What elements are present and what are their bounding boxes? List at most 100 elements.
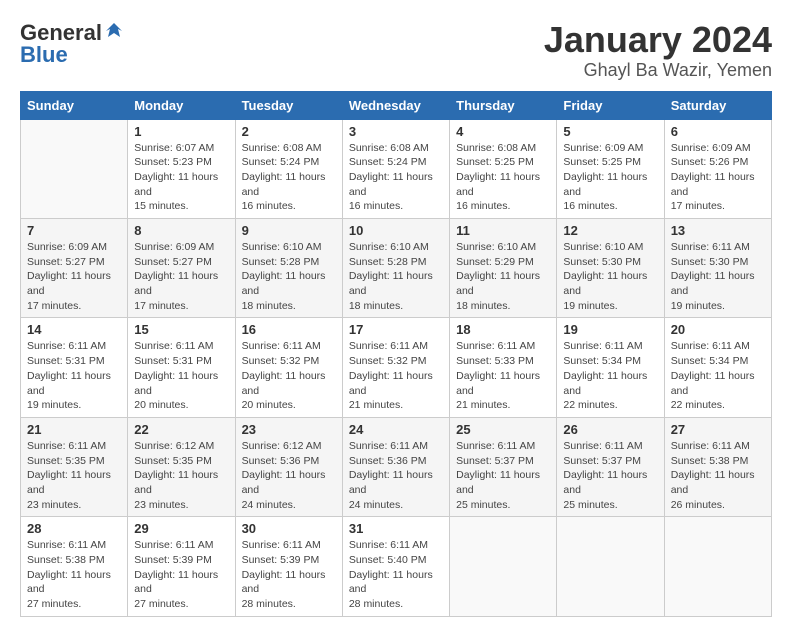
day-number: 20 (671, 322, 765, 337)
calendar-cell: 31Sunrise: 6:11 AMSunset: 5:40 PMDayligh… (342, 517, 449, 616)
daylight-text-cont: 19 minutes. (27, 398, 121, 413)
day-info: Sunrise: 6:11 AMSunset: 5:36 PMDaylight:… (349, 439, 443, 512)
calendar-cell: 8Sunrise: 6:09 AMSunset: 5:27 PMDaylight… (128, 219, 235, 318)
sunset-text: Sunset: 5:39 PM (134, 553, 228, 568)
daylight-text: Daylight: 11 hours and (563, 170, 657, 199)
sunrise-text: Sunrise: 6:10 AM (563, 240, 657, 255)
day-info: Sunrise: 6:11 AMSunset: 5:34 PMDaylight:… (671, 339, 765, 412)
calendar-cell: 29Sunrise: 6:11 AMSunset: 5:39 PMDayligh… (128, 517, 235, 616)
day-number: 15 (134, 322, 228, 337)
day-info: Sunrise: 6:11 AMSunset: 5:34 PMDaylight:… (563, 339, 657, 412)
daylight-text: Daylight: 11 hours and (134, 269, 228, 298)
daylight-text: Daylight: 11 hours and (563, 369, 657, 398)
day-number: 1 (134, 124, 228, 139)
daylight-text: Daylight: 11 hours and (242, 468, 336, 497)
day-number: 26 (563, 422, 657, 437)
daylight-text: Daylight: 11 hours and (349, 369, 443, 398)
sunset-text: Sunset: 5:30 PM (671, 255, 765, 270)
calendar-week-3: 14Sunrise: 6:11 AMSunset: 5:31 PMDayligh… (21, 318, 772, 417)
sunrise-text: Sunrise: 6:09 AM (563, 141, 657, 156)
day-info: Sunrise: 6:09 AMSunset: 5:25 PMDaylight:… (563, 141, 657, 214)
sunset-text: Sunset: 5:35 PM (27, 454, 121, 469)
daylight-text: Daylight: 11 hours and (563, 468, 657, 497)
sunrise-text: Sunrise: 6:10 AM (242, 240, 336, 255)
day-info: Sunrise: 6:11 AMSunset: 5:38 PMDaylight:… (27, 538, 121, 611)
sunrise-text: Sunrise: 6:09 AM (671, 141, 765, 156)
sunrise-text: Sunrise: 6:11 AM (27, 538, 121, 553)
sunset-text: Sunset: 5:24 PM (349, 155, 443, 170)
sunrise-text: Sunrise: 6:10 AM (349, 240, 443, 255)
daylight-text: Daylight: 11 hours and (27, 568, 121, 597)
calendar-cell (557, 517, 664, 616)
daylight-text-cont: 18 minutes. (242, 299, 336, 314)
daylight-text-cont: 15 minutes. (134, 199, 228, 214)
sunrise-text: Sunrise: 6:11 AM (27, 339, 121, 354)
daylight-text: Daylight: 11 hours and (456, 269, 550, 298)
sunset-text: Sunset: 5:27 PM (27, 255, 121, 270)
day-info: Sunrise: 6:11 AMSunset: 5:35 PMDaylight:… (27, 439, 121, 512)
day-info: Sunrise: 6:11 AMSunset: 5:31 PMDaylight:… (27, 339, 121, 412)
daylight-text: Daylight: 11 hours and (349, 568, 443, 597)
sunrise-text: Sunrise: 6:11 AM (563, 339, 657, 354)
sunset-text: Sunset: 5:30 PM (563, 255, 657, 270)
sunset-text: Sunset: 5:34 PM (563, 354, 657, 369)
sunrise-text: Sunrise: 6:07 AM (134, 141, 228, 156)
daylight-text: Daylight: 11 hours and (134, 170, 228, 199)
calendar-cell: 9Sunrise: 6:10 AMSunset: 5:28 PMDaylight… (235, 219, 342, 318)
sunset-text: Sunset: 5:36 PM (242, 454, 336, 469)
sunrise-text: Sunrise: 6:11 AM (671, 439, 765, 454)
calendar-cell: 24Sunrise: 6:11 AMSunset: 5:36 PMDayligh… (342, 417, 449, 516)
daylight-text-cont: 20 minutes. (242, 398, 336, 413)
sunset-text: Sunset: 5:36 PM (349, 454, 443, 469)
col-header-wednesday: Wednesday (342, 91, 449, 119)
daylight-text: Daylight: 11 hours and (456, 468, 550, 497)
day-number: 13 (671, 223, 765, 238)
day-info: Sunrise: 6:11 AMSunset: 5:39 PMDaylight:… (134, 538, 228, 611)
sunrise-text: Sunrise: 6:11 AM (349, 339, 443, 354)
calendar-week-5: 28 Sunrise: 6:11 AMSunset: 5:38 PMDayligh… (21, 517, 772, 616)
day-info: Sunrise: 6:10 AMSunset: 5:29 PMDaylight:… (456, 240, 550, 313)
page-title: January 2024 (544, 20, 772, 60)
daylight-text-cont: 26 minutes. (671, 498, 765, 513)
daylight-text: Daylight: 11 hours and (242, 269, 336, 298)
day-info: Sunrise: 6:09 AMSunset: 5:26 PMDaylight:… (671, 141, 765, 214)
sunset-text: Sunset: 5:26 PM (671, 155, 765, 170)
calendar-cell: 23Sunrise: 6:12 AMSunset: 5:36 PMDayligh… (235, 417, 342, 516)
day-info: Sunrise: 6:08 AMSunset: 5:24 PMDaylight:… (349, 141, 443, 214)
sunrise-text: Sunrise: 6:11 AM (242, 339, 336, 354)
daylight-text-cont: 20 minutes. (134, 398, 228, 413)
day-number: 23 (242, 422, 336, 437)
day-number: 9 (242, 223, 336, 238)
sunrise-text: Sunrise: 6:11 AM (456, 439, 550, 454)
day-number: 28 (27, 521, 121, 536)
day-number: 3 (349, 124, 443, 139)
col-header-tuesday: Tuesday (235, 91, 342, 119)
sunrise-text: Sunrise: 6:11 AM (349, 439, 443, 454)
logo-blue-text: Blue (20, 42, 68, 68)
daylight-text: Daylight: 11 hours and (27, 269, 121, 298)
sunset-text: Sunset: 5:39 PM (242, 553, 336, 568)
calendar-table: SundayMondayTuesdayWednesdayThursdayFrid… (20, 91, 772, 617)
day-info: Sunrise: 6:08 AMSunset: 5:25 PMDaylight:… (456, 141, 550, 214)
day-number: 5 (563, 124, 657, 139)
day-info: Sunrise: 6:11 AMSunset: 5:33 PMDaylight:… (456, 339, 550, 412)
daylight-text: Daylight: 11 hours and (134, 369, 228, 398)
calendar-cell: 13Sunrise: 6:11 AMSunset: 5:30 PMDayligh… (664, 219, 771, 318)
daylight-text-cont: 23 minutes. (134, 498, 228, 513)
sunset-text: Sunset: 5:40 PM (349, 553, 443, 568)
calendar-cell (21, 119, 128, 218)
daylight-text-cont: 27 minutes. (27, 597, 121, 612)
sunset-text: Sunset: 5:34 PM (671, 354, 765, 369)
calendar-cell: 28 Sunrise: 6:11 AMSunset: 5:38 PMDayligh… (21, 517, 128, 616)
day-info: Sunrise: 6:08 AMSunset: 5:24 PMDaylight:… (242, 141, 336, 214)
calendar-cell: 27Sunrise: 6:11 AMSunset: 5:38 PMDayligh… (664, 417, 771, 516)
day-info: Sunrise: 6:10 AMSunset: 5:28 PMDaylight:… (349, 240, 443, 313)
sunrise-text: Sunrise: 6:09 AM (27, 240, 121, 255)
calendar-cell: 22Sunrise: 6:12 AMSunset: 5:35 PMDayligh… (128, 417, 235, 516)
calendar-week-4: 21Sunrise: 6:11 AMSunset: 5:35 PMDayligh… (21, 417, 772, 516)
sunset-text: Sunset: 5:32 PM (242, 354, 336, 369)
sunset-text: Sunset: 5:25 PM (456, 155, 550, 170)
day-number: 18 (456, 322, 550, 337)
calendar-cell: 19Sunrise: 6:11 AMSunset: 5:34 PMDayligh… (557, 318, 664, 417)
day-number: 17 (349, 322, 443, 337)
